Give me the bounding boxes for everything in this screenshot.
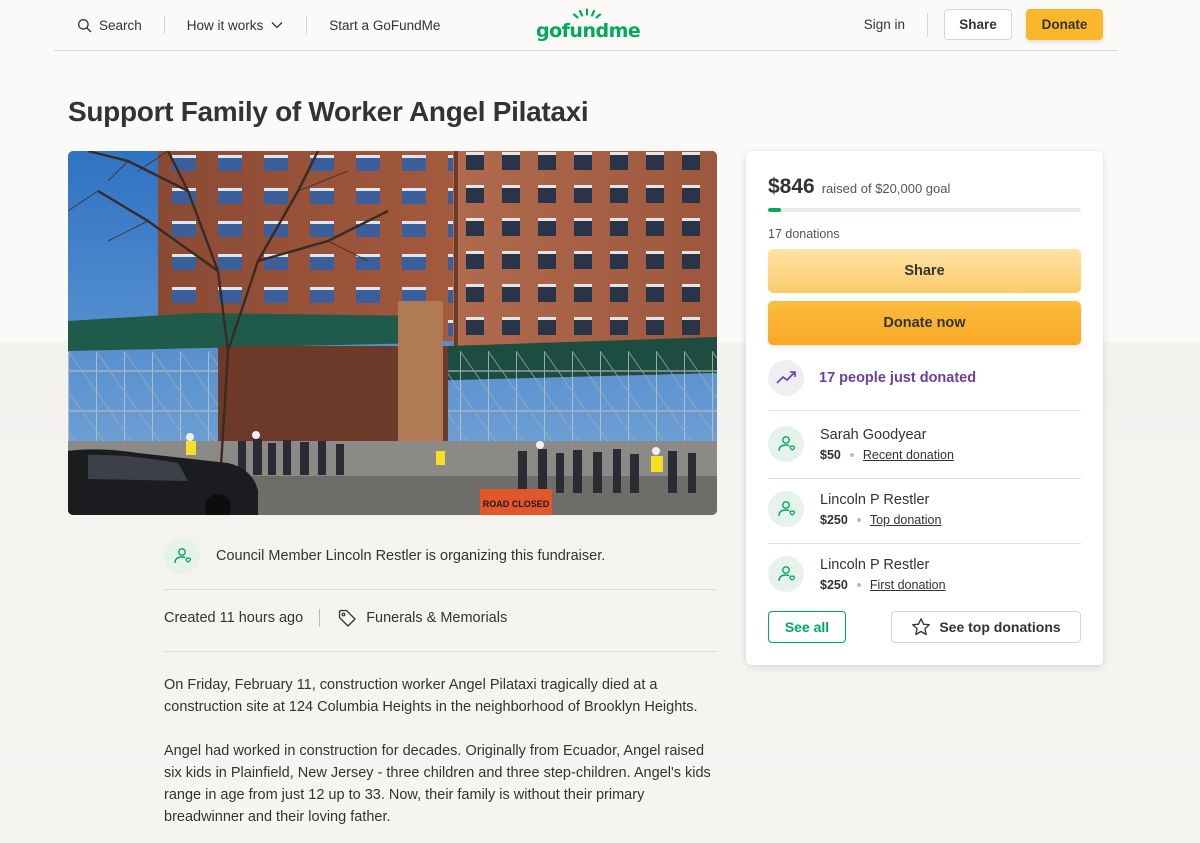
trending-up-icon bbox=[776, 371, 796, 384]
donor-info: Sarah Goodyear $50 Recent donation bbox=[820, 427, 954, 462]
divider bbox=[164, 651, 717, 652]
donor-name: Lincoln P Restler bbox=[820, 491, 930, 508]
donor-avatar bbox=[768, 556, 804, 592]
organizer-text: Council Member Lincoln Restler is organi… bbox=[216, 548, 606, 564]
share-button[interactable]: Share bbox=[768, 249, 1081, 293]
search-label: Search bbox=[99, 17, 142, 33]
divider bbox=[164, 589, 717, 590]
page-title: Support Family of Worker Angel Pilataxi bbox=[68, 96, 589, 127]
star-icon bbox=[912, 618, 931, 636]
goal-text: raised of $20,000 goal bbox=[821, 181, 951, 196]
category-link[interactable]: Funerals & Memorials bbox=[337, 608, 507, 628]
nav-left: Search How it works Start a GoFundMe bbox=[54, 0, 440, 50]
start-gofundme-link[interactable]: Start a GoFundMe bbox=[329, 13, 440, 37]
donor-details: $250 First donation bbox=[820, 578, 946, 592]
donor-item: Sarah Goodyear $50 Recent donation bbox=[768, 426, 1081, 462]
donor-info: Lincoln P Restler $250 First donation bbox=[820, 557, 946, 592]
meta-divider bbox=[319, 609, 321, 627]
header-share-button[interactable]: Share bbox=[944, 9, 1012, 40]
campaign-story: On Friday, February 11, construction wor… bbox=[164, 674, 720, 843]
road-closed-sign: ROAD CLOSED bbox=[483, 499, 550, 509]
donor-tag-link[interactable]: Recent donation bbox=[863, 448, 954, 462]
trend-text: 17 people just donated bbox=[819, 370, 977, 386]
donation-card: $846 raised of $20,000 goal 17 donations… bbox=[746, 151, 1103, 665]
category-label: Funerals & Memorials bbox=[366, 610, 508, 626]
nav-right: Sign in Share Donate bbox=[864, 9, 1103, 40]
donor-avatar bbox=[768, 426, 804, 462]
donor-amount: $250 bbox=[820, 512, 848, 527]
raised-summary: $846 raised of $20,000 goal bbox=[768, 175, 950, 199]
nav-divider bbox=[163, 16, 165, 34]
trend-avatar bbox=[768, 360, 804, 396]
organizer-avatar bbox=[164, 538, 200, 574]
donor-info: Lincoln P Restler $250 Top donation bbox=[820, 492, 941, 527]
donor-details: $50 Recent donation bbox=[820, 448, 954, 462]
donor-heart-icon bbox=[174, 548, 192, 564]
donation-count: 17 donations bbox=[768, 227, 840, 241]
donor-tag-link[interactable]: First donation bbox=[870, 578, 946, 592]
sign-in-link[interactable]: Sign in bbox=[864, 17, 905, 32]
see-top-donations-label: See top donations bbox=[939, 619, 1061, 635]
separator-dot bbox=[856, 582, 861, 587]
donor-tag-link[interactable]: Top donation bbox=[870, 513, 942, 527]
header-donate-button[interactable]: Donate bbox=[1026, 9, 1103, 40]
campaign-meta: Created 11 hours ago Funerals & Memorial… bbox=[164, 608, 507, 628]
gofundme-logo[interactable]: gofundme bbox=[536, 8, 641, 44]
story-paragraph: On Friday, February 11, construction wor… bbox=[164, 677, 698, 715]
nav-divider bbox=[927, 12, 928, 37]
see-top-donations-button[interactable]: See top donations bbox=[891, 611, 1081, 643]
divider bbox=[768, 410, 1081, 411]
chevron-down-icon bbox=[271, 22, 283, 29]
progress-bar bbox=[768, 208, 1081, 212]
search-icon bbox=[78, 18, 92, 32]
divider bbox=[768, 478, 1081, 479]
start-gofundme-label: Start a GoFundMe bbox=[329, 17, 441, 33]
donor-amount: $250 bbox=[820, 577, 848, 592]
donor-details: $250 Top donation bbox=[820, 513, 941, 527]
separator-dot bbox=[856, 517, 861, 522]
raised-amount: $846 bbox=[768, 175, 815, 198]
organizer-row: Council Member Lincoln Restler is organi… bbox=[164, 538, 717, 574]
donate-now-button[interactable]: Donate now bbox=[768, 301, 1081, 345]
created-time: Created 11 hours ago bbox=[164, 610, 304, 626]
separator-dot bbox=[849, 452, 854, 457]
donor-name: Lincoln P Restler bbox=[820, 556, 930, 573]
divider bbox=[768, 543, 1081, 544]
logo-text: gofundme bbox=[536, 20, 641, 42]
see-all-button[interactable]: See all bbox=[768, 611, 846, 643]
donor-item: Lincoln P Restler $250 First donation bbox=[768, 556, 1081, 592]
search-link[interactable]: Search bbox=[77, 13, 142, 37]
recent-activity: 17 people just donated bbox=[768, 360, 976, 396]
story-paragraph: Angel had worked in construction for dec… bbox=[164, 743, 711, 825]
how-it-works-label: How it works bbox=[186, 17, 264, 33]
progress-fill bbox=[768, 208, 782, 212]
site-header: Search How it works Start a GoFundMe gof… bbox=[54, 0, 1118, 51]
donor-heart-icon bbox=[778, 566, 796, 582]
nav-divider bbox=[306, 16, 308, 34]
donor-heart-icon bbox=[778, 501, 796, 517]
donor-avatar bbox=[768, 491, 804, 527]
donor-item: Lincoln P Restler $250 Top donation bbox=[768, 491, 1081, 527]
donor-amount: $50 bbox=[820, 447, 841, 462]
how-it-works-menu[interactable]: How it works bbox=[187, 13, 285, 37]
campaign-hero-image: ROAD CLOSED bbox=[68, 151, 717, 515]
donor-heart-icon bbox=[778, 436, 796, 452]
tag-icon bbox=[339, 609, 356, 627]
donor-name: Sarah Goodyear bbox=[820, 426, 927, 443]
